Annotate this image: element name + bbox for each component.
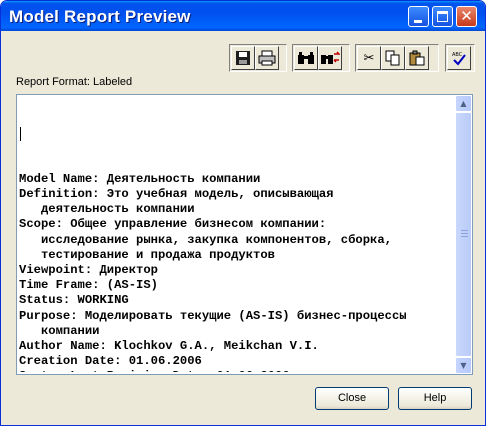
scroll-up-button[interactable]: ▲ [455,95,472,112]
arrow-down-icon: ▼ [460,361,467,370]
report-line: Model Name: Деятельность компании [19,171,261,186]
report-line: компании [19,323,100,338]
report-line: Purpose: Моделировать текущие (AS-IS) би… [19,308,407,323]
window-title: Model Report Preview [9,7,191,26]
find-button[interactable] [294,46,318,70]
report-line: Viewpoint: Директор [19,263,158,278]
grip-line [461,230,468,231]
report-line: Status: WORKING [19,293,129,308]
vertical-scrollbar[interactable]: ▲ ▼ [455,95,472,374]
close-button[interactable]: Close [315,387,389,410]
report-text-area[interactable]: Model Name: Деятельность компании Definit… [16,94,473,375]
report-preview-window: Model Report Preview ✕ ✂ ABC Report Form… [0,0,486,426]
maximize-icon [437,11,448,22]
close-icon: ✕ [460,7,473,25]
spelling-toolbar: ABC [445,44,475,72]
save-icon [236,51,250,65]
print-icon [258,50,276,66]
title-bar[interactable]: Model Report Preview ✕ [1,1,485,31]
report-line: Scope: Общее управление бизнесом компани… [19,217,327,232]
report-line: Creation Date: 01.06.2006 [19,354,202,369]
report-line: тестирование и продажа продуктов [19,247,275,262]
find-next-button[interactable] [318,46,342,70]
copy-button[interactable] [381,46,405,70]
close-window-button[interactable]: ✕ [456,6,477,27]
spell-check-icon: ABC [452,52,466,66]
report-format-label: Report Format: Labeled [16,76,133,88]
copy-icon [385,50,400,66]
grip-line [461,236,468,237]
grip-line [461,233,468,234]
report-line: деятельность компании [19,202,195,217]
report-line: System Last Revision Date: 01.06.2006 [19,369,455,372]
maximize-button[interactable] [432,6,453,27]
scroll-down-button[interactable]: ▼ [455,357,472,374]
report-line: Definition: Это учебная модель, описываю… [19,187,334,202]
paste-icon [409,50,425,66]
arrow-up-icon: ▲ [460,99,467,108]
find-next-icon [321,51,340,64]
print-button[interactable] [255,46,279,70]
scroll-thumb[interactable] [455,112,472,357]
help-button[interactable]: Help [398,387,472,410]
svg-text:ABC: ABC [452,52,463,58]
report-line: исследование рынка, закупка компонентов,… [19,232,392,247]
spell-check-button[interactable]: ABC [447,46,471,70]
cut-button[interactable]: ✂ [357,46,381,70]
report-line: Author Name: Klochkov G.A., Meikchan V.I… [19,339,319,354]
find-toolbar [292,44,350,72]
find-icon [298,52,314,64]
file-toolbar [229,44,287,72]
text-caret [20,127,21,142]
edit-toolbar: ✂ [355,44,439,72]
save-button[interactable] [231,46,255,70]
report-text[interactable]: Model Name: Деятельность компании Definit… [19,97,455,372]
paste-button[interactable] [405,46,429,70]
report-line: Time Frame: (AS-IS) [19,278,158,293]
minimize-button[interactable] [408,6,429,27]
minimize-icon [414,20,422,23]
cut-icon: ✂ [363,50,375,66]
